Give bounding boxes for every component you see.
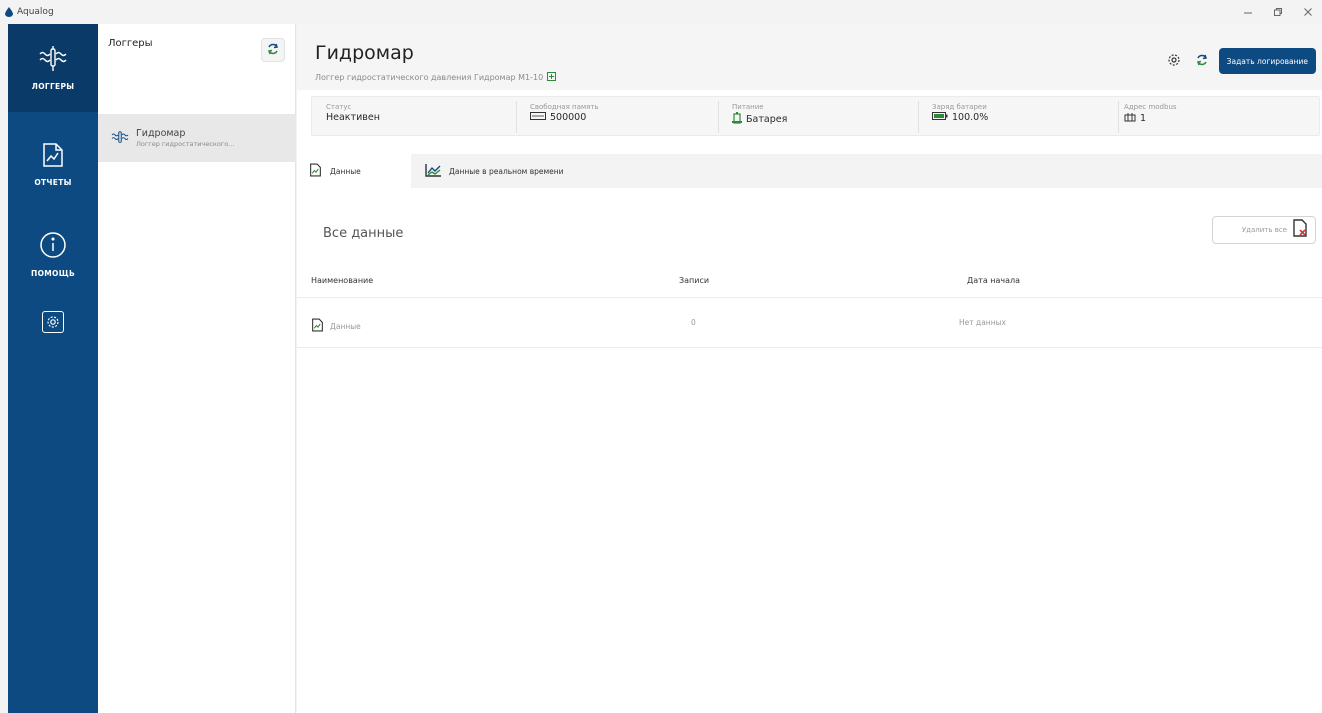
loggers-panel-title: Логгеры: [108, 38, 153, 49]
window-controls: [1240, 4, 1316, 20]
stat-separator: [718, 101, 719, 133]
tab-realtime-label: Данные в реальном времени: [449, 166, 564, 176]
stat-value-text: 1: [1140, 113, 1147, 124]
page-subtitle-text: Логгер гидростатического давления Гидром…: [315, 73, 544, 82]
report-icon: [309, 163, 322, 179]
stat-label: Адрес modbus: [1124, 103, 1177, 111]
delete-all-button[interactable]: Удалить все: [1212, 216, 1316, 244]
page-subtitle: Логгер гидростатического давления Гидром…: [315, 72, 557, 83]
water-drop-icon: [4, 6, 14, 18]
stat-value: Батарея: [732, 112, 787, 127]
line-chart-icon: [425, 163, 441, 179]
nav-item-reports[interactable]: ОТЧЕТЫ: [8, 124, 98, 204]
stat-power: Питание Батарея: [732, 103, 787, 127]
column-header-start-date: Дата начала: [967, 276, 1021, 285]
cell-name: Данные: [311, 318, 361, 334]
stat-label: Статус: [326, 103, 352, 111]
tab-data-label: Данные: [330, 166, 361, 176]
restore-button[interactable]: [1270, 4, 1286, 20]
gear-icon: [1167, 52, 1181, 71]
window-titlebar: Aqualog: [0, 0, 1322, 24]
report-icon: [41, 142, 65, 172]
close-button[interactable]: [1300, 4, 1316, 20]
table-header: Наименование Записи Дата начала: [297, 264, 1322, 298]
logger-list-item[interactable]: Гидромар Логгер гидростатического...: [98, 114, 296, 162]
sensor-waves-icon: [38, 45, 68, 76]
nav-label-loggers: ЛОГГЕРЫ: [31, 81, 75, 91]
header-actions: Задать логирование: [1163, 48, 1316, 74]
app-title: Aqualog: [17, 7, 54, 17]
stat-value-text: 500000: [550, 112, 587, 123]
cell-name-text: Данные: [330, 321, 361, 331]
delete-all-label: Удалить все: [1241, 226, 1287, 234]
data-table: Наименование Записи Дата начала Данные 0…: [297, 264, 1322, 348]
nav-label-reports: ОТЧЕТЫ: [34, 177, 72, 187]
network-icon: [1124, 112, 1136, 125]
settings-icon: [42, 311, 64, 333]
stat-free-memory: Свободная память 500000: [530, 103, 599, 123]
tab-data[interactable]: Данные: [297, 154, 411, 188]
nav-item-help[interactable]: ПОМОЩЬ: [8, 214, 98, 294]
stat-value-text: Неактивен: [326, 112, 380, 123]
stat-value: 500000: [530, 112, 599, 123]
cell-records: 0: [691, 318, 696, 327]
logger-item-name: Гидромар: [136, 128, 186, 139]
stat-separator: [516, 101, 517, 133]
logger-settings-button[interactable]: [1163, 50, 1185, 72]
logger-header: Гидромар Логгер гидростатического давлен…: [297, 24, 1322, 90]
delete-file-icon: [1293, 219, 1307, 241]
stat-label: Питание: [732, 103, 764, 111]
edit-icon[interactable]: [547, 72, 557, 83]
stat-value: Неактивен: [326, 112, 380, 123]
nav-label-help: ПОМОЩЬ: [31, 268, 75, 278]
tab-realtime-data[interactable]: Данные в реальном времени: [413, 154, 633, 188]
main-content: Гидромар Логгер гидростатического давлен…: [297, 24, 1322, 713]
set-logging-button[interactable]: Задать логирование: [1218, 48, 1316, 74]
logger-item-description: Логгер гидростатического...: [136, 140, 235, 148]
info-icon: [39, 231, 67, 263]
refresh-icon: [266, 41, 280, 60]
stat-modbus-address: Адрес modbus 1: [1124, 103, 1177, 125]
report-icon: [311, 318, 324, 334]
stat-label: Заряд батареи: [932, 103, 987, 111]
memory-icon: [530, 112, 546, 123]
minimize-button[interactable]: [1240, 4, 1256, 20]
refresh-icon: [1195, 52, 1209, 71]
stat-battery-charge: Заряд батареи 100.0%: [932, 103, 988, 123]
logger-stats-bar: Статус Неактивен Свободная память 500000…: [311, 96, 1320, 136]
cell-start-date: Нет данных: [959, 318, 1006, 327]
stat-value: 1: [1124, 112, 1177, 125]
tab-bar: Данные Данные в реальном времени: [297, 154, 1322, 188]
page-title: Гидромар: [315, 42, 414, 64]
refresh-loggers-button[interactable]: [261, 38, 285, 62]
table-row[interactable]: Данные 0 Нет данных: [297, 298, 1322, 348]
section-title: Все данные: [323, 226, 404, 241]
stat-value-text: Батарея: [746, 114, 788, 125]
column-header-records: Записи: [679, 276, 710, 285]
stat-separator: [1118, 101, 1119, 133]
sensor-waves-icon: [108, 128, 132, 148]
column-header-name: Наименование: [311, 276, 374, 285]
stat-value-text: 100.0%: [952, 112, 989, 123]
battery-plug-icon: [732, 112, 742, 127]
stat-status: Статус Неактивен: [326, 103, 380, 123]
stat-value: 100.0%: [932, 112, 988, 123]
main-navigation: ЛОГГЕРЫ ОТЧЕТЫ ПОМОЩЬ: [8, 24, 98, 713]
stat-separator: [918, 101, 919, 133]
loggers-panel: Логгеры Гидромар Логгер гидростатическог…: [98, 24, 296, 713]
refresh-logger-button[interactable]: [1191, 50, 1213, 72]
logger-item-text: Гидромар Логгер гидростатического...: [136, 128, 234, 148]
battery-icon: [932, 112, 948, 123]
nav-item-loggers[interactable]: ЛОГГЕРЫ: [8, 24, 98, 112]
stat-label: Свободная память: [530, 103, 599, 111]
nav-item-settings[interactable]: [8, 302, 98, 342]
